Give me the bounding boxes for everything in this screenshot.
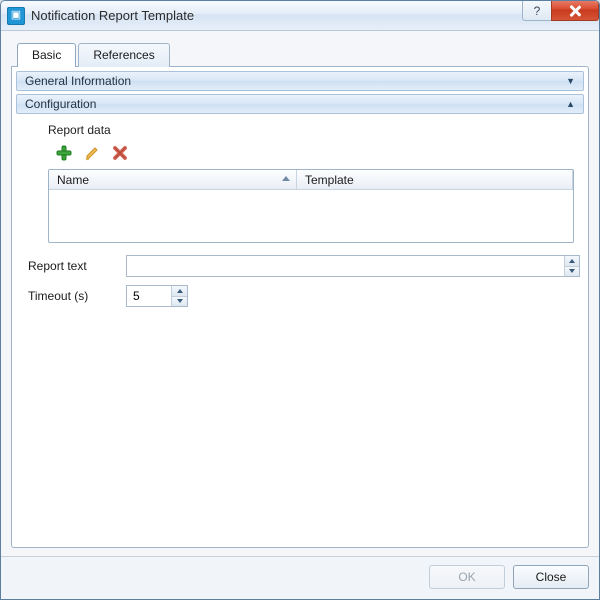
help-icon: ? [534, 4, 541, 18]
report-text-input[interactable] [126, 255, 564, 277]
client-area: Basic References General Information ▼ C… [1, 31, 599, 556]
section-general-information-title: General Information [25, 74, 131, 88]
app-icon: ▣ [7, 7, 25, 25]
delete-button[interactable] [110, 143, 130, 163]
tab-panel-basic: General Information ▼ Configuration ▲ Re… [11, 66, 589, 548]
row-timeout: Timeout (s) [16, 281, 584, 311]
timeout-input[interactable] [127, 286, 171, 306]
report-data-table[interactable]: Name Template [48, 169, 574, 243]
tabstrip: Basic References [11, 43, 589, 67]
ok-button[interactable]: OK [429, 565, 505, 589]
chevron-down-icon: ▼ [566, 76, 575, 86]
close-button[interactable]: Close [513, 565, 589, 589]
report-text-label: Report text [28, 259, 116, 273]
close-icon [569, 5, 581, 17]
caret-down-icon [569, 269, 575, 273]
tab-basic[interactable]: Basic [17, 43, 76, 67]
report-text-step-up[interactable] [565, 256, 579, 266]
edit-button[interactable] [82, 143, 102, 163]
col-template-label: Template [305, 173, 354, 187]
section-general-information[interactable]: General Information ▼ [16, 71, 584, 91]
add-icon [55, 144, 73, 162]
report-text-stepper [564, 255, 580, 277]
timeout-step-down[interactable] [172, 296, 187, 307]
edit-icon [83, 144, 101, 162]
caret-down-icon [177, 299, 183, 303]
report-data-label: Report data [48, 123, 574, 137]
report-data-toolbar [48, 141, 574, 169]
window-controls: ? [523, 1, 599, 30]
configuration-body: Report data [16, 117, 584, 251]
tab-references-label: References [93, 48, 154, 62]
tab-references[interactable]: References [78, 43, 169, 67]
window-title: Notification Report Template [31, 8, 523, 23]
timeout-stepper [126, 285, 188, 307]
window-close-button[interactable] [551, 1, 599, 21]
spacer [16, 311, 584, 539]
report-text-step-down[interactable] [565, 266, 579, 277]
caret-up-icon [177, 289, 183, 293]
tab-basic-label: Basic [32, 48, 61, 62]
dialog-footer: OK Close [1, 556, 599, 599]
col-name-label: Name [57, 173, 89, 187]
help-button[interactable]: ? [522, 1, 552, 21]
delete-icon [111, 144, 129, 162]
titlebar[interactable]: ▣ Notification Report Template ? [1, 1, 599, 31]
section-configuration[interactable]: Configuration ▲ [16, 94, 584, 114]
sort-asc-icon [282, 176, 290, 181]
section-configuration-title: Configuration [25, 97, 96, 111]
col-name[interactable]: Name [49, 170, 297, 189]
dialog-window: ▣ Notification Report Template ? Basic R… [0, 0, 600, 600]
caret-up-icon [569, 259, 575, 263]
add-button[interactable] [54, 143, 74, 163]
table-header: Name Template [49, 170, 573, 190]
col-template[interactable]: Template [297, 170, 573, 189]
chevron-up-icon: ▲ [566, 99, 575, 109]
timeout-label: Timeout (s) [28, 289, 116, 303]
timeout-step-up[interactable] [172, 286, 187, 296]
row-report-text: Report text [16, 251, 584, 281]
